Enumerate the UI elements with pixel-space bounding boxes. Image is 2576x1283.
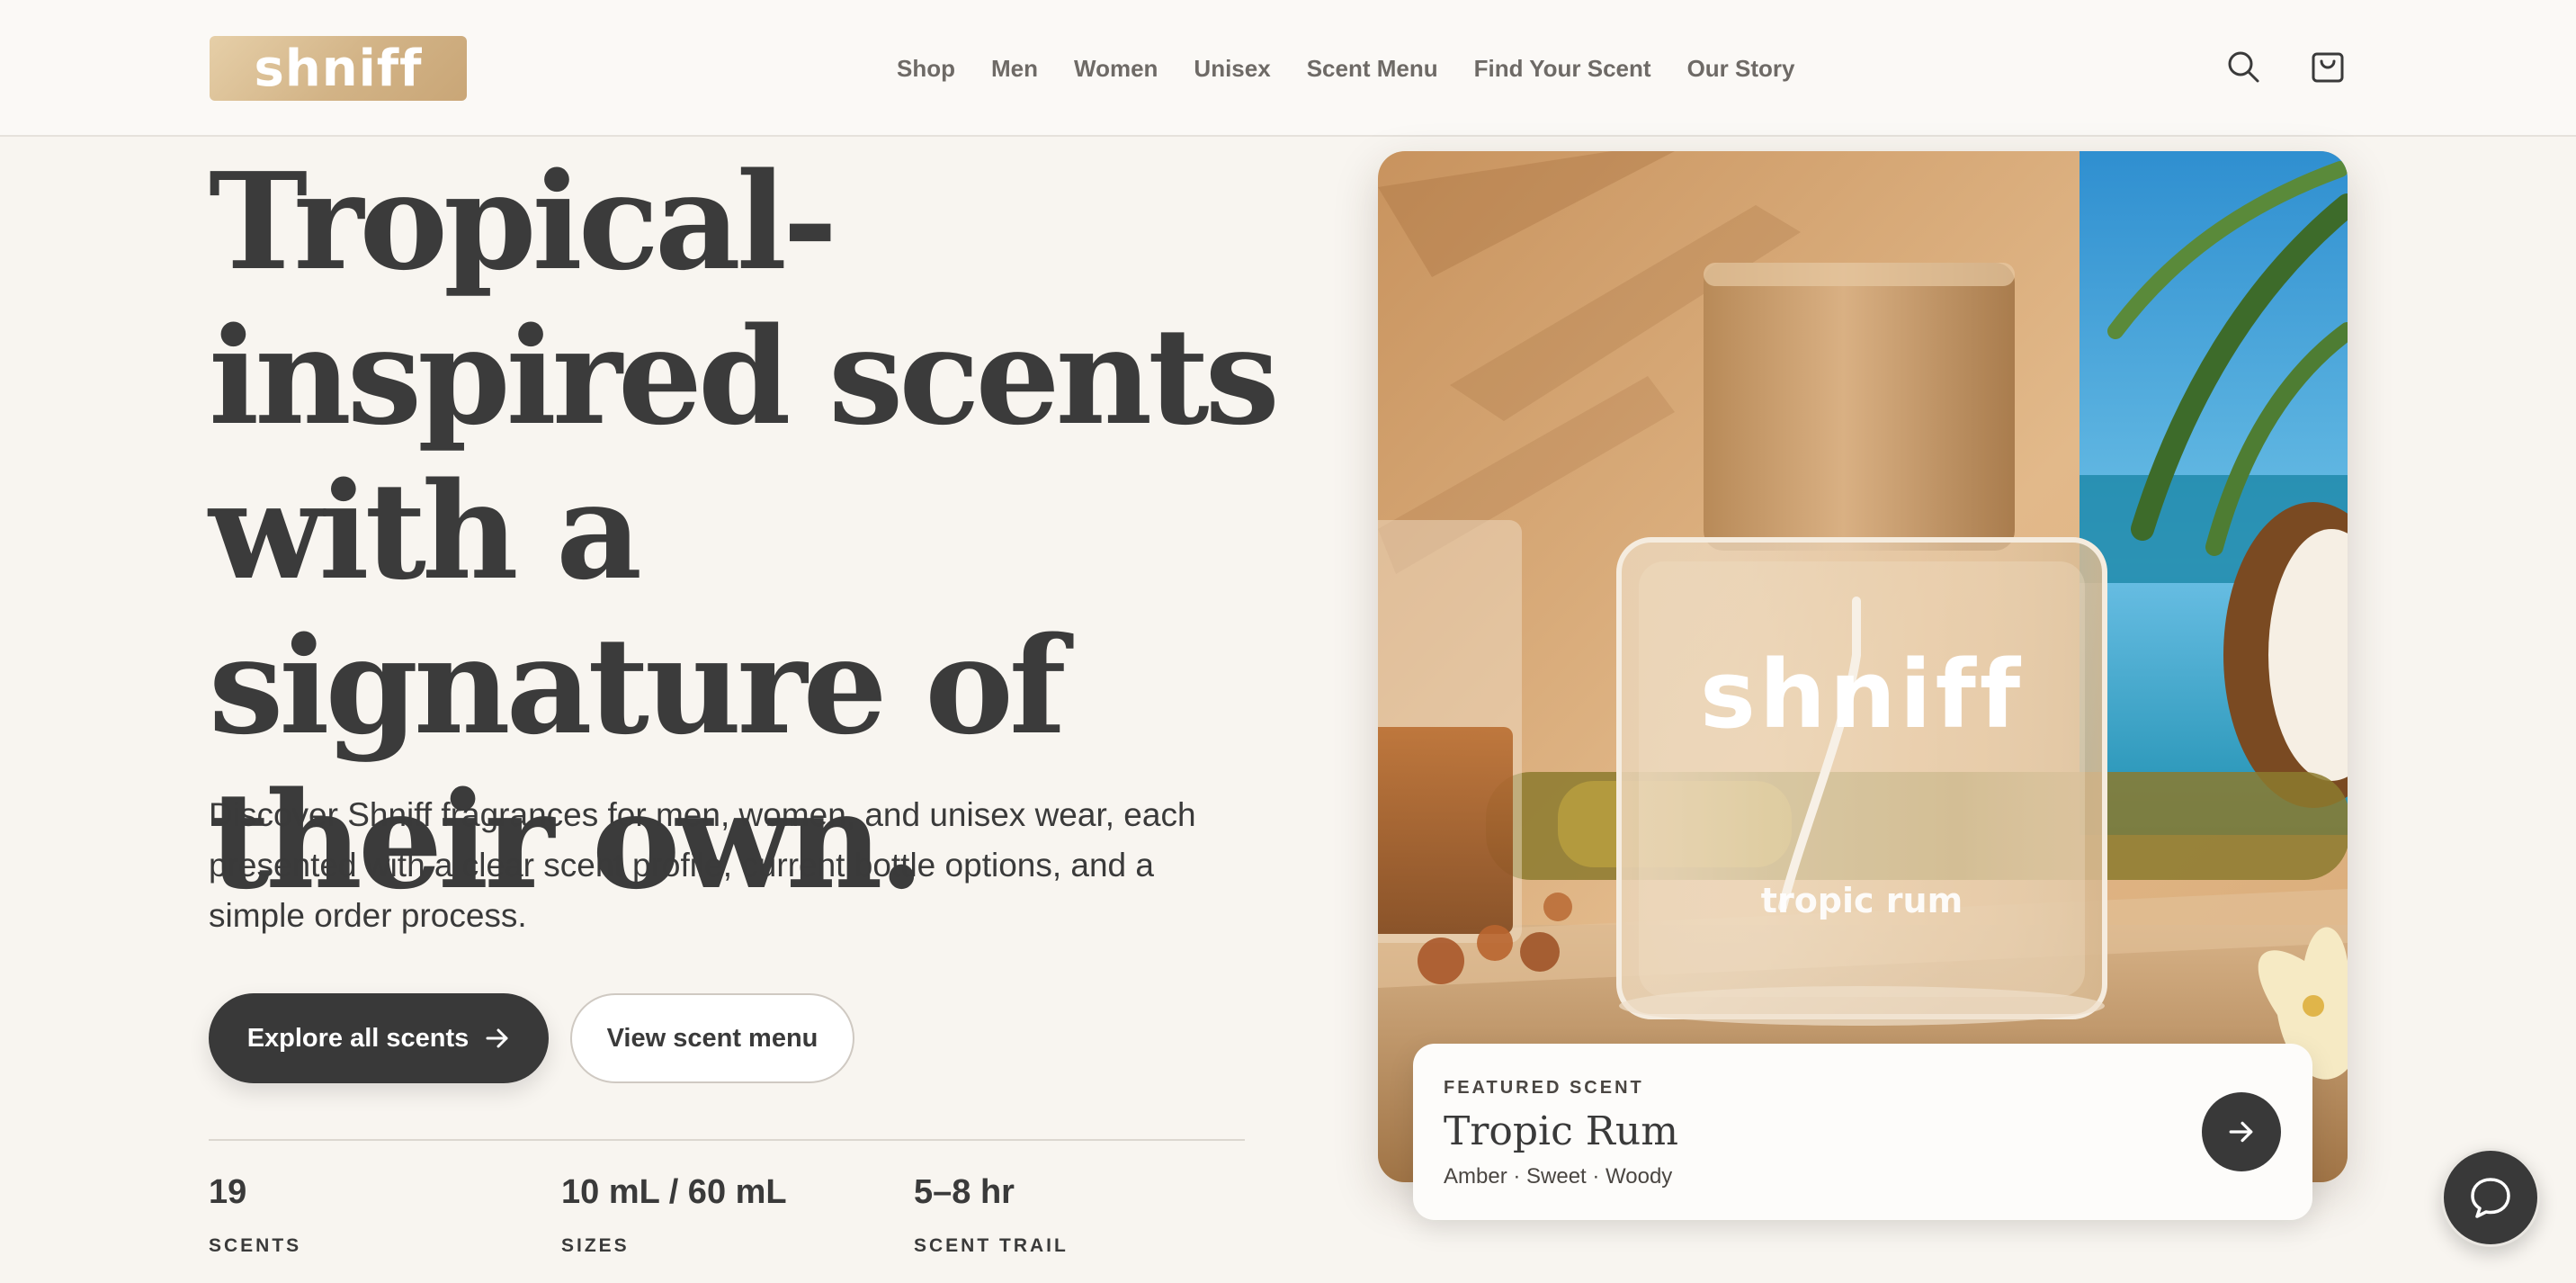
nav-women[interactable]: Women [1074, 55, 1158, 83]
brand-logo[interactable]: shniff [210, 36, 467, 101]
view-scent-menu-button[interactable]: View scent menu [570, 993, 854, 1083]
nav-shop[interactable]: Shop [897, 55, 955, 83]
stat-value: 10 mL / 60 mL [561, 1173, 787, 1211]
stat-sizes: 10 mL / 60 mL SIZES [561, 1173, 787, 1257]
nav-unisex[interactable]: Unisex [1194, 55, 1270, 83]
featured-eyebrow: FEATURED SCENT [1444, 1078, 1644, 1098]
nav-our-story[interactable]: Our Story [1687, 55, 1795, 83]
shopping-bag-icon[interactable] [2310, 49, 2346, 85]
main-nav: Shop Men Women Unisex Scent Menu Find Yo… [897, 52, 1794, 85]
featured-scent-notes: Amber · Sweet · Woody [1444, 1164, 1673, 1189]
featured-scent-card[interactable]: FEATURED SCENT Tropic Rum Amber · Sweet … [1413, 1044, 2312, 1220]
explore-button-label: Explore all scents [246, 1023, 470, 1053]
scent-menu-button-label: View scent menu [606, 1023, 818, 1053]
stat-scents: 19 SCENTS [209, 1173, 301, 1257]
featured-scent-open-button[interactable] [2202, 1092, 2281, 1171]
nav-men[interactable]: Men [991, 55, 1038, 83]
stat-value: 19 [209, 1173, 247, 1211]
arrow-right-icon [2229, 1121, 2253, 1143]
chat-button[interactable] [2441, 1148, 2540, 1247]
hero-description: Discover Shniff fragrances for men, wome… [209, 796, 1196, 934]
stat-label: SCENTS [209, 1235, 302, 1256]
chat-bubble-icon [2471, 1178, 2510, 1218]
stats-divider [209, 1139, 1245, 1141]
bottle-name-text: tropic rum [1761, 881, 1963, 920]
logo-text: shniff [254, 39, 423, 98]
stat-label: SIZES [561, 1235, 630, 1256]
stat-scent-trail: 5–8 hr SCENT TRAIL [914, 1173, 1069, 1257]
stat-value: 5–8 hr [914, 1173, 1015, 1211]
bottle-brand-text: shniff [1700, 640, 2024, 749]
explore-all-scents-button[interactable]: Explore all scents [209, 993, 549, 1083]
stat-label: SCENT TRAIL [914, 1235, 1069, 1256]
search-icon[interactable] [2225, 49, 2261, 85]
arrow-right-icon [486, 1028, 508, 1048]
nav-scent-menu[interactable]: Scent Menu [1307, 55, 1438, 83]
featured-product-image[interactable]: shniff tropic rum [1378, 151, 2348, 1182]
nav-find-your-scent[interactable]: Find Your Scent [1474, 55, 1651, 83]
featured-scent-name: Tropic Rum [1444, 1108, 1678, 1154]
perfume-bottle-illustration: shniff tropic rum [1378, 151, 2348, 1182]
site-header: shniff Shop Men Women Unisex Scent Menu … [0, 0, 2576, 137]
